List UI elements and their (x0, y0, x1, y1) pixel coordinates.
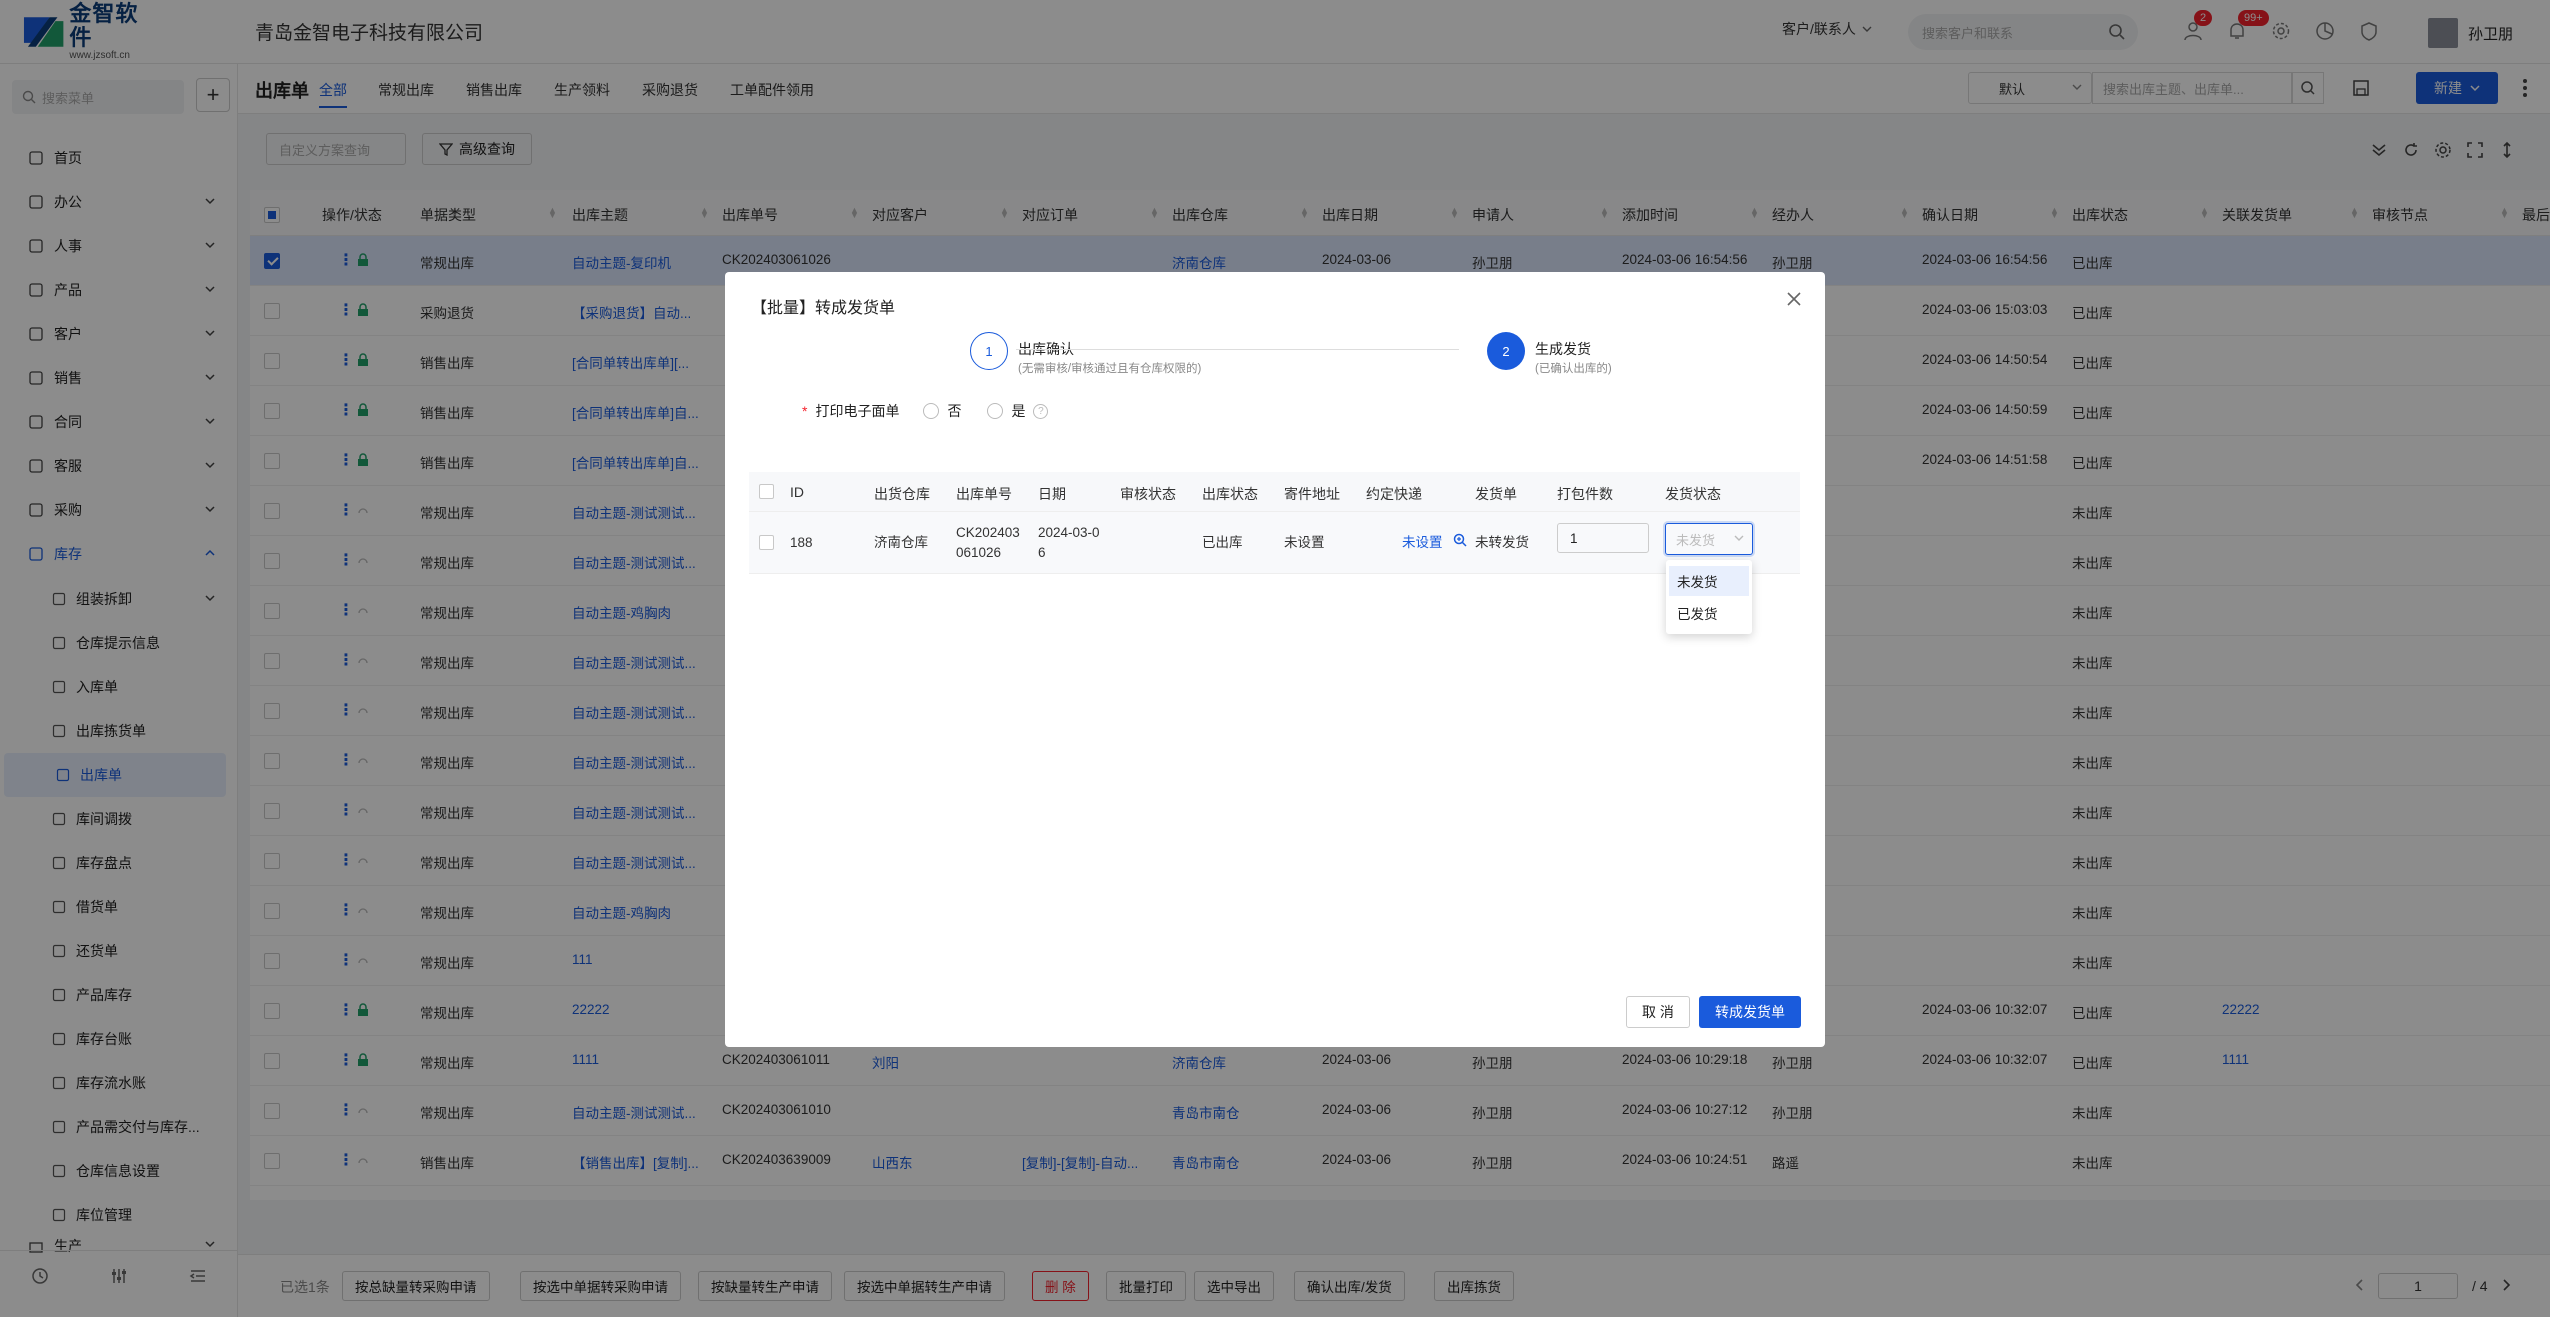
shipment-column-header: 日期 (1038, 486, 1066, 502)
shipment-column-header: ID (790, 484, 804, 500)
ship-status-placeholder: 未发货 (1676, 532, 1716, 548)
radio-no[interactable] (923, 403, 940, 419)
shipment-column-header: 寄件地址 (1284, 486, 1340, 502)
required-mark: * (802, 403, 808, 419)
ship-status-select[interactable]: 未发货 (1665, 523, 1753, 555)
package-count-input[interactable]: 1 (1557, 523, 1649, 553)
cell-id: 188 (790, 535, 813, 550)
shipment-row: 188 济南仓库 CK202403 061026 2024-03-0 6 已出库… (749, 512, 1800, 574)
step-1-desc: (无需审核/审核通过且有仓库权限的) (1018, 363, 1202, 375)
print-waybill-label: 打印电子面单 (815, 403, 900, 419)
shipment-table-header: ID 出货仓库 出库单号 日期 审核状态 出库状态 寄件地址 约定快递 发货单 打包件数 发货状态 (749, 472, 1800, 512)
radio-yes[interactable] (987, 403, 1004, 419)
shipment-column-header: 发货单 (1475, 486, 1517, 502)
step-connector (1016, 349, 1459, 350)
radio-yes-label[interactable]: 是 (1011, 401, 1025, 421)
dropdown-option-shipped[interactable]: 已发货 (1669, 598, 1749, 628)
cell-warehouse: 济南仓库 (874, 535, 928, 550)
close-icon[interactable] (1785, 290, 1805, 310)
dialog-title: 【批量】转成发货单 (751, 300, 896, 317)
shipment-column-header: 打包件数 (1557, 486, 1613, 502)
convert-button[interactable]: 转成发货单 (1699, 996, 1801, 1028)
ship-status-dropdown: 未发货 已发货 (1666, 560, 1752, 634)
radio-no-label[interactable]: 否 (947, 401, 961, 421)
cell-date-line1: 2024-03-0 (1038, 525, 1100, 540)
shipment-column-header: 出库状态 (1202, 486, 1258, 502)
dropdown-option-not-shipped[interactable]: 未发货 (1669, 566, 1749, 596)
select-all-checkbox[interactable] (759, 484, 774, 499)
zoom-search-icon[interactable] (1453, 533, 1467, 553)
step-1-number: 1 (970, 332, 1008, 370)
convert-to-shipment-dialog: 【批量】转成发货单 1 出库确认 (无需审核/审核通过且有仓库权限的) 2 生成… (725, 272, 1825, 1047)
shipment-column-header: 审核状态 (1120, 486, 1176, 502)
step-2-desc: (已确认出库的) (1535, 363, 1612, 375)
cancel-button[interactable]: 取 消 (1626, 996, 1690, 1028)
cell-date-line2: 6 (1038, 545, 1046, 560)
cell-no-line2: 061026 (956, 545, 1002, 560)
cell-no-line1: CK202403 (956, 525, 1020, 540)
chevron-down-icon (1734, 533, 1744, 543)
row-checkbox[interactable] (759, 535, 774, 550)
cell-ship-doc: 未转发货 (1475, 535, 1529, 550)
cell-express-link[interactable]: 未设置 (1402, 533, 1443, 553)
step-2-title: 生成发货 (1535, 341, 1591, 357)
step-2-number: 2 (1487, 332, 1525, 370)
print-waybill-field: * 打印电子面单 否 是 ? (802, 401, 1049, 421)
help-icon[interactable]: ? (1033, 403, 1049, 419)
shipment-column-header: 出库单号 (956, 486, 1012, 502)
shipment-column-header: 发货状态 (1665, 486, 1721, 502)
cell-address: 未设置 (1284, 535, 1325, 550)
cell-out-status: 已出库 (1202, 535, 1243, 550)
shipment-column-header: 约定快递 (1366, 486, 1422, 502)
shipment-column-header: 出货仓库 (874, 486, 930, 502)
